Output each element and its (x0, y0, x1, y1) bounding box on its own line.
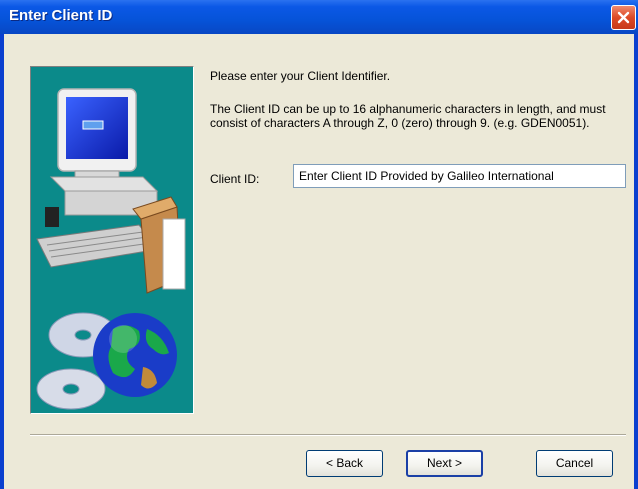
dialog-window: Enter Client ID Please enter your Client… (0, 0, 638, 489)
back-button[interactable]: < Back (306, 450, 383, 477)
close-icon (617, 11, 630, 24)
detail-text: The Client ID can be up to 16 alphanumer… (210, 102, 606, 130)
dialog-body: Please enter your Client Identifier. The… (4, 34, 634, 489)
next-button[interactable]: Next > (406, 450, 483, 477)
client-id-label: Client ID: (210, 172, 260, 186)
illustration (36, 88, 186, 410)
cancel-button[interactable]: Cancel (536, 450, 613, 477)
title-bar[interactable]: Enter Client ID (0, 0, 638, 34)
intro-text: Please enter your Client Identifier. (210, 69, 391, 83)
close-button[interactable] (611, 5, 636, 30)
computer-icon (36, 88, 186, 294)
window-title: Enter Client ID (9, 7, 113, 24)
divider (30, 434, 626, 436)
client-id-input[interactable] (293, 164, 626, 188)
globe-icon (93, 313, 177, 397)
illustration-panel (30, 66, 194, 414)
